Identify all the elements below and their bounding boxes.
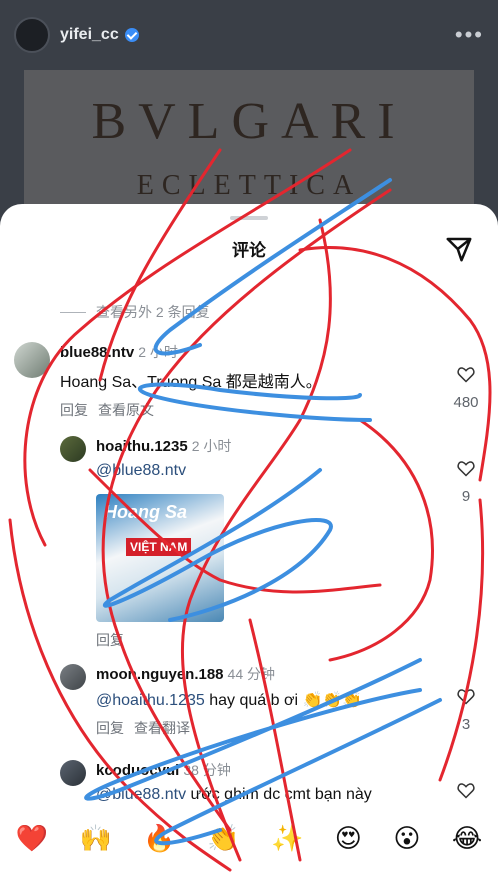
avatar[interactable] [14, 342, 50, 378]
view-translation-button[interactable]: 查看翻译 [134, 718, 190, 738]
image-label: VIỆT NAM [126, 538, 192, 556]
ad-brand: BVLGARI [91, 93, 407, 150]
ad-subtitle: ECLETTICA [136, 170, 362, 201]
more-options-icon[interactable]: ••• [455, 22, 484, 48]
heart-icon[interactable] [456, 458, 476, 478]
comment-reply: kcoduocvui 38 分钟 @blue88.ntv ước ghim dc … [60, 760, 372, 804]
comment-mention[interactable]: @blue88.ntv [96, 462, 231, 480]
like-count: 3 [461, 716, 471, 733]
verified-badge-icon [124, 28, 139, 42]
reply-button[interactable]: 回复 [60, 400, 88, 420]
comment-reply: hoaithu.1235 2 小时 @blue88.ntv Hoang Sa VI… [60, 436, 231, 650]
comment: blue88.ntv 2 小时 Hoang Sa、Truong Sa 都是越南人。… [14, 342, 322, 420]
heart-emoji-button[interactable]: ❤️ [16, 823, 48, 854]
sparkles-emoji-button[interactable]: ✨ [271, 823, 303, 854]
comment-time: 44 分钟 [227, 666, 275, 682]
laughing-emoji-button[interactable]: 😂 [452, 823, 482, 854]
avatar[interactable] [14, 17, 50, 53]
comment-time: 38 分钟 [183, 762, 231, 778]
comment-username[interactable]: kcoduocvui [96, 762, 179, 779]
heart-icon[interactable] [456, 686, 476, 706]
comment-time: 2 小时 [191, 438, 232, 454]
like-count: 480 [453, 394, 479, 411]
avatar[interactable] [60, 436, 86, 462]
comment-text: ước ghim dc cmt bạn này [186, 786, 372, 803]
reply-button[interactable]: 回复 [96, 718, 124, 738]
comment-username[interactable]: moon.nguyen.188 [96, 666, 224, 683]
surprised-emoji-button[interactable]: 😮 [393, 823, 420, 854]
comment-text: hay quá b ơi 👏👏👏 [204, 692, 363, 709]
comment-reply: moon.nguyen.188 44 分钟 @hoaithu.1235 hay q… [60, 664, 362, 738]
comment-mention[interactable]: @hoaithu.1235 [96, 692, 205, 709]
comment-text: Hoang Sa、Truong Sa 都是越南人。 [60, 374, 322, 391]
post-header: yifei_cc ••• [0, 0, 498, 70]
send-icon[interactable] [444, 234, 474, 264]
reply-button[interactable]: 回复 [96, 630, 124, 650]
comment-username[interactable]: hoaithu.1235 [96, 438, 188, 455]
avatar[interactable] [60, 664, 86, 690]
view-more-replies-link[interactable]: 查看另外 2 条回复 [60, 302, 210, 322]
clap-emoji-button[interactable]: 👏 [207, 823, 239, 854]
heart-icon[interactable] [456, 364, 476, 384]
heart-eyes-emoji-button[interactable]: 😍 [335, 823, 362, 854]
heart-icon[interactable] [456, 780, 476, 800]
emoji-reaction-bar: ❤️ 🙌 🔥 👏 ✨ 😍 😮 😂 [0, 816, 498, 860]
view-original-button[interactable]: 查看原文 [98, 400, 154, 420]
drag-handle[interactable] [230, 216, 268, 220]
comment-username[interactable]: blue88.ntv [60, 344, 134, 361]
like-count: 9 [461, 488, 471, 505]
sheet-title: 评论 [232, 241, 266, 260]
post-username[interactable]: yifei_cc [60, 26, 119, 44]
image-title: Hoang Sa [104, 502, 188, 522]
comment-mention[interactable]: @blue88.ntv [96, 786, 186, 803]
fire-emoji-button[interactable]: 🔥 [143, 823, 175, 854]
raised-hands-emoji-button[interactable]: 🙌 [80, 823, 112, 854]
avatar[interactable] [60, 760, 86, 786]
comment-time: 2 小时 [138, 344, 178, 360]
comment-image[interactable]: Hoang Sa VIỆT NAM [96, 494, 224, 622]
